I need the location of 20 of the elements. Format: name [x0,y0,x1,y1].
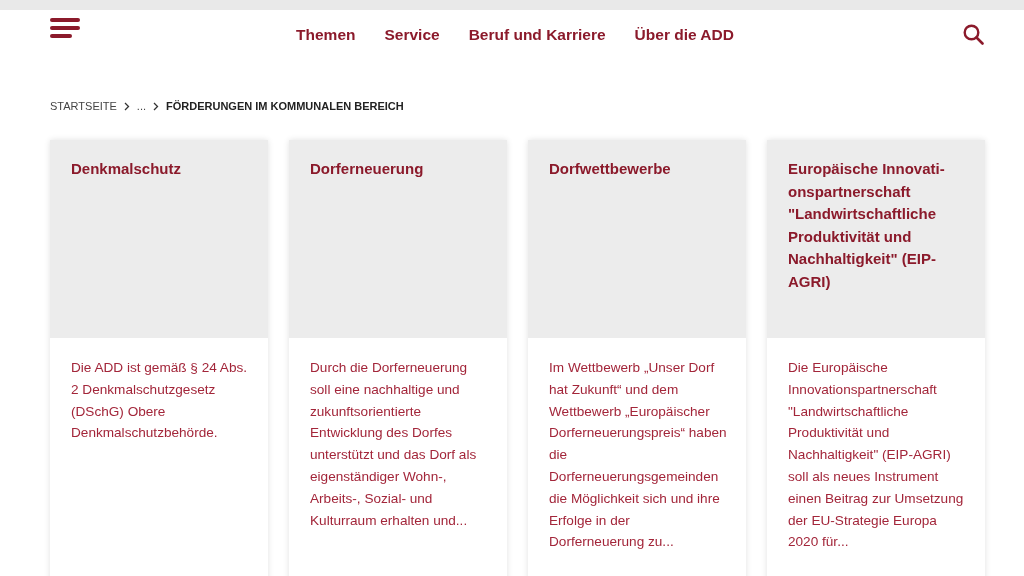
breadcrumb-link[interactable]: ... [136,100,146,112]
chevron-icon [123,101,130,111]
menu-icon[interactable] [50,18,80,38]
card-title[interactable]: Dorferneuerung [310,158,487,181]
nav-link[interactable]: Service [384,26,440,44]
card-title[interactable]: Europäische Innovati-onspartnerschaft "Landwirtschaftliche Produktivität und Nachhaltigkeit" (EIP-AGRI) [788,158,965,293]
card[interactable]: Denkmalschutz Die ADD ist gemäß § 24 Abs. 2 Denkmalschutzgesetz (DSchG) Obere Denkmalschutzbehörde. [50,140,268,576]
card-text: Durch die Dorferneuerung soll eine nachhaltige und zukunftsorientierte Entwicklung des Dorfes unterstützt und das Dorf als eigenständiger Wohn-, Arbeits-, Sozial- und Kulturraum erhalten und... [309,359,478,530]
card-text: Die Europäische Innovationspartnerschaft "Landwirtschaftliche Produktivität und Nachhaltigkeit" (EIP-AGRI) soll als neues Instrument einen Beitrag zur Umsetzung der EU-Strategie Europa 2020 für... [787,359,965,552]
search-icon[interactable] [963,24,984,45]
nav-link[interactable]: Beruf und Karriere [468,26,606,44]
chevron-icon [153,101,159,111]
card-title[interactable]: Denkmalschutz [71,158,248,181]
card-title[interactable]: Dorfwettbewerbe [549,158,726,181]
nav-link[interactable]: Über die ADD [634,26,734,44]
nav-link[interactable]: Themen [296,26,356,44]
card-text: Im Wettbewerb „Unser Dorf hat Zukunft“ und dem Wettbewerb „Europäischer Dorferneuerungspreis“ haben die Dorferneuerungsgemeinden die Möglichkeit sich und ihre Erfolge in der Dorferneuerung zu... [548,359,728,552]
breadcrumb-link[interactable]: STARTSEITE [50,100,117,112]
card-text: Die ADD ist gemäß § 24 Abs. 2 Denkmalschutzgesetz (DSchG) Obere Denkmalschutzbehörde. [70,359,249,443]
current-page-label: FÖRDERUNGEN IM KOMMUNALEN BEREICH [166,100,404,112]
